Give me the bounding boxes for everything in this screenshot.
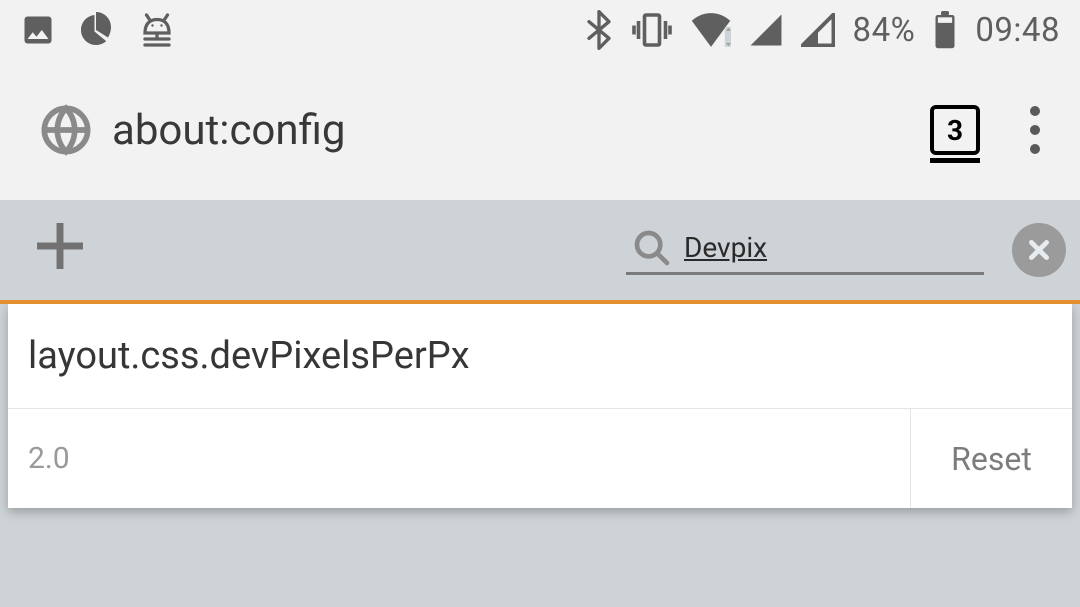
search-input[interactable] <box>684 231 978 264</box>
overflow-menu-button[interactable] <box>1030 106 1040 154</box>
wifi-icon <box>691 13 731 47</box>
battery-icon <box>933 11 957 49</box>
tab-count-button[interactable]: 3 <box>930 105 980 155</box>
android-status-bar: 84% 09:48 <box>0 0 1080 60</box>
cellular-signal-icon-1 <box>749 13 783 47</box>
add-pref-button[interactable] <box>14 210 106 291</box>
search-field-wrap[interactable] <box>626 226 984 275</box>
clear-search-button[interactable] <box>1012 223 1066 277</box>
cellular-signal-icon-2 <box>801 13 835 47</box>
browser-toolbar: about:config 3 <box>0 60 1080 200</box>
battery-percentage: 84% <box>853 11 916 50</box>
config-toolbar <box>0 200 1080 304</box>
globe-icon <box>40 104 92 156</box>
pref-name[interactable]: layout.css.devPixelsPerPx <box>8 304 1072 409</box>
pie-chart-icon <box>78 12 114 48</box>
reset-button[interactable]: Reset <box>910 409 1072 508</box>
search-icon <box>632 228 672 268</box>
vibrate-icon <box>631 12 673 48</box>
usb-debugging-icon <box>136 12 178 48</box>
bluetooth-icon <box>585 10 613 50</box>
url-display[interactable]: about:config <box>112 106 345 155</box>
tab-count-value: 3 <box>947 114 963 147</box>
pref-result-card: layout.css.devPixelsPerPx 2.0 Reset <box>8 304 1072 508</box>
image-notification-icon <box>20 12 56 48</box>
pref-value-input[interactable]: 2.0 <box>8 409 910 508</box>
status-clock: 09:48 <box>975 11 1060 50</box>
